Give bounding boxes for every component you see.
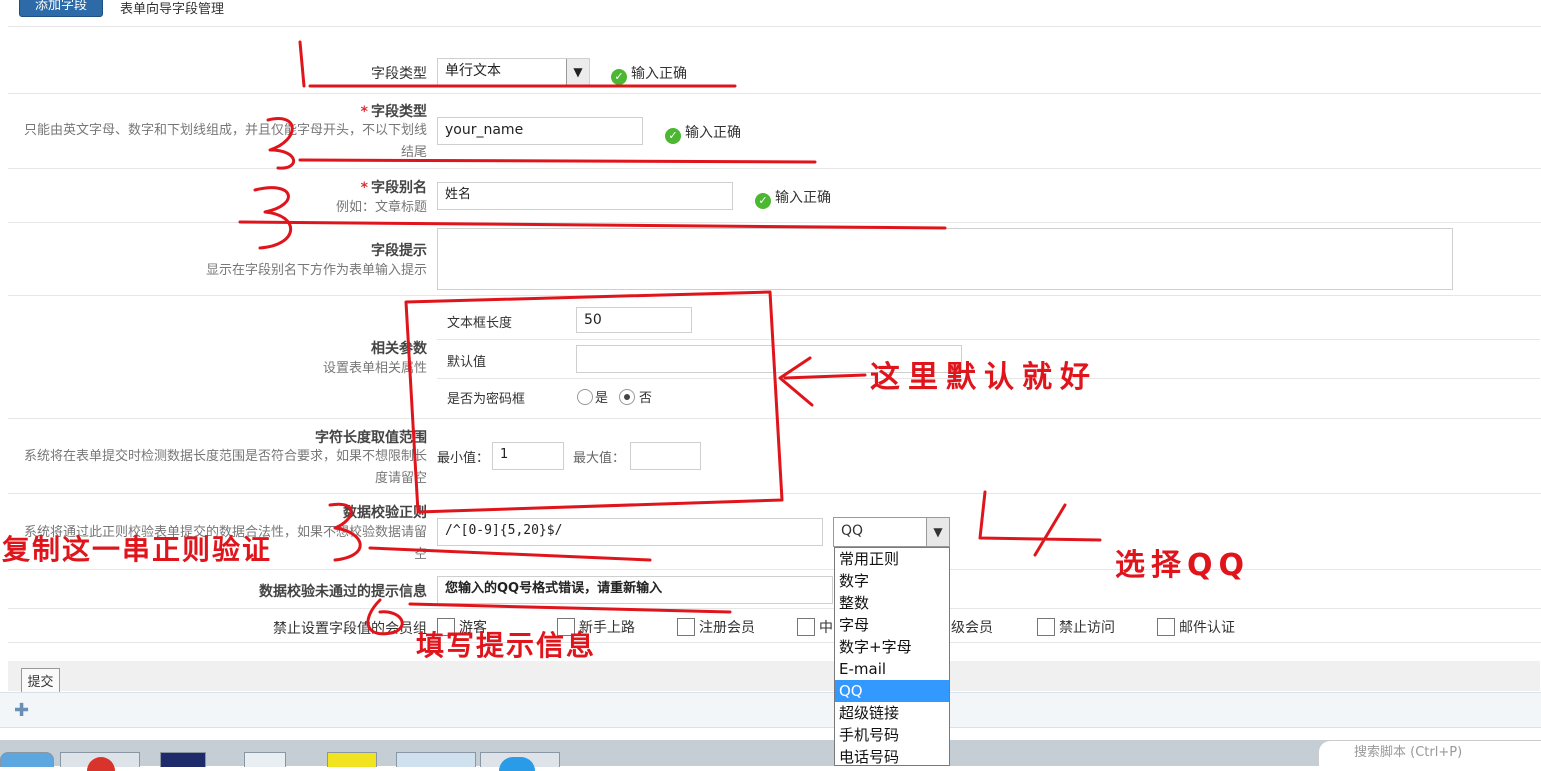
annotation-arrow xyxy=(778,356,867,407)
annotation-stroke xyxy=(298,40,306,88)
annotation-underline-2 xyxy=(298,158,817,164)
annotation-box xyxy=(404,290,784,514)
annotation-copy-regex: 复制这一串正则验证 xyxy=(2,533,273,566)
annotation-fill-tip: 填写提示信息 xyxy=(416,629,597,662)
annotation-underline-3 xyxy=(238,220,947,230)
annotation-overlay xyxy=(238,40,1102,636)
annotation-choose-qq: 选择QQ xyxy=(1115,548,1251,583)
annotation-underline-5 xyxy=(368,546,652,562)
annotation-here-default: 这里默认就好 xyxy=(870,360,1098,395)
annotation-underline-6 xyxy=(408,602,732,614)
annotation-number-4 xyxy=(978,490,1102,557)
annotation-number-6 xyxy=(366,598,404,636)
annotation-number-3 xyxy=(253,186,293,250)
annotation-number-2 xyxy=(266,117,296,170)
annotation-number-5 xyxy=(328,502,362,562)
